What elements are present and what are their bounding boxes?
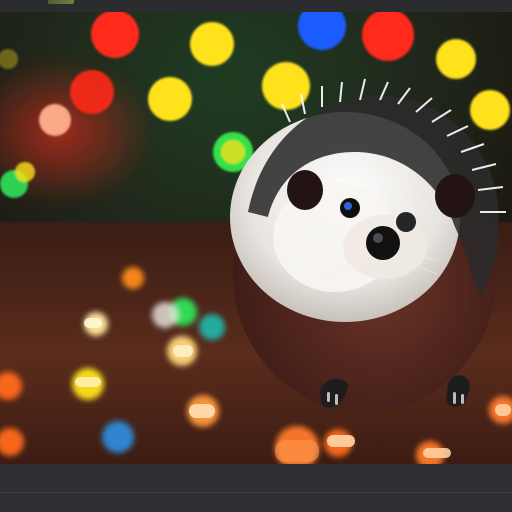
image-viewport xyxy=(0,12,512,464)
bottom-caption xyxy=(4,500,512,512)
top-toolbar xyxy=(0,0,512,12)
bottom-divider xyxy=(0,492,512,493)
hedgehog-photo xyxy=(0,12,512,464)
toolbar-indicator xyxy=(48,0,74,4)
